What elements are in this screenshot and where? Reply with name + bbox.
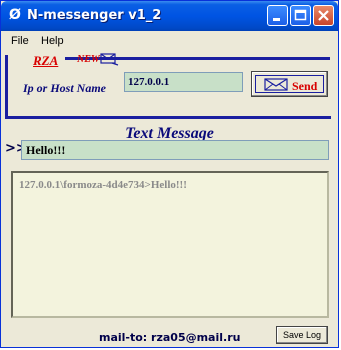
app-window: Ø N-messenger v1_2 File Help RZA NEW Ip … (0, 0, 339, 348)
menu-help[interactable]: Help (41, 35, 64, 47)
menu-bar: File Help (1, 31, 338, 51)
maximize-button[interactable] (290, 5, 311, 26)
envelope-send-icon (264, 78, 288, 91)
close-icon (318, 10, 329, 21)
message-input[interactable] (21, 140, 329, 160)
new-badge: NEW (77, 54, 100, 65)
minimize-button[interactable] (267, 5, 288, 26)
send-button[interactable]: Send (251, 71, 328, 97)
menu-file[interactable]: File (11, 35, 29, 47)
minimize-icon (273, 18, 280, 21)
maximize-icon (294, 9, 307, 21)
save-log-button[interactable]: Save Log (276, 326, 328, 344)
title-bar[interactable]: Ø N-messenger v1_2 (1, 1, 338, 31)
envelope-icon (100, 53, 119, 66)
send-button-frame: Send (255, 75, 324, 93)
log-line: 127.0.0.1\formoza-4d4e734>Hello!!! (19, 179, 187, 191)
host-label: Ip or Host Name (23, 81, 107, 95)
host-input[interactable] (124, 72, 243, 92)
app-icon: Ø (9, 7, 21, 23)
close-button[interactable] (313, 5, 334, 26)
message-log[interactable]: 127.0.0.1\formoza-4d4e734>Hello!!! (11, 171, 329, 318)
window-title: N-messenger v1_2 (27, 8, 162, 23)
mailto-link[interactable]: mail-to: rza05@mail.ru (99, 331, 240, 344)
send-label: Send (292, 79, 318, 93)
rza-logo: RZA (33, 53, 59, 68)
